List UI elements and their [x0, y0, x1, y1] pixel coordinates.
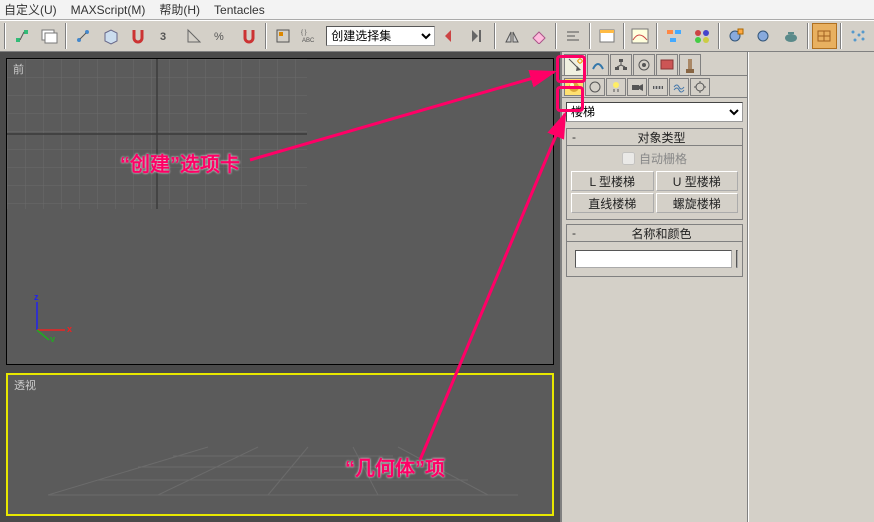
grid-front — [7, 59, 307, 209]
eraser-icon[interactable] — [527, 23, 553, 49]
box-icon[interactable] — [98, 23, 124, 49]
render-frame-icon[interactable] — [750, 23, 776, 49]
auto-grid-label: 自动栅格 — [639, 150, 687, 167]
layers-icon[interactable] — [37, 23, 63, 49]
reactor-icon[interactable] — [812, 23, 838, 49]
command-panel-tabs — [562, 52, 747, 76]
svg-text:{ }: { } — [301, 30, 307, 36]
u-stair-button[interactable]: U 型楼梯 — [656, 171, 739, 191]
object-color-swatch[interactable] — [736, 250, 738, 268]
svg-text:y: y — [50, 334, 55, 342]
straight-stair-button[interactable]: 直线楼梯 — [571, 193, 654, 213]
svg-text:3: 3 — [160, 31, 166, 43]
svg-text:z: z — [34, 292, 39, 302]
teapot-icon[interactable] — [778, 23, 804, 49]
rollout-object-type-body: 自动栅格 L 型楼梯 U 型楼梯 直线楼梯 螺旋楼梯 — [566, 146, 743, 220]
align-icon[interactable] — [560, 23, 586, 49]
hierarchy-tab[interactable] — [610, 54, 632, 76]
systems-category-button[interactable] — [690, 78, 710, 96]
selection-set-dropdown[interactable]: 创建选择集 — [326, 26, 434, 46]
curve-editor-icon[interactable] — [628, 23, 654, 49]
command-panel: 楼梯 - 对象类型 自动栅格 L 型楼梯 U 型楼梯 直线楼梯 螺 — [562, 52, 748, 522]
abc-icon[interactable]: { } ABC — [298, 23, 324, 49]
render-setup-icon[interactable] — [723, 23, 749, 49]
cameras-category-button[interactable] — [627, 78, 647, 96]
particles-icon[interactable] — [845, 23, 871, 49]
helpers-category-button[interactable] — [648, 78, 668, 96]
viewport-column: 前 z x y 透视 — [0, 52, 560, 522]
axis-tripod-front: z x y — [25, 292, 75, 342]
menu-bar: 自定义(U) MAXScript(M) 帮助(H) Tentacles — [0, 0, 874, 20]
named-sel-set-icon[interactable] — [270, 23, 296, 49]
panel-scroll-gutter — [748, 52, 874, 522]
bind-icon[interactable] — [70, 23, 96, 49]
svg-text:x: x — [67, 324, 72, 334]
magnet2-icon[interactable] — [236, 23, 262, 49]
rollout-toggle-icon: - — [567, 226, 581, 240]
display-tab[interactable] — [656, 54, 678, 76]
next-sel-icon[interactable] — [465, 23, 491, 49]
magnet-icon[interactable] — [126, 23, 152, 49]
motion-tab[interactable] — [633, 54, 655, 76]
viewport-perspective[interactable]: 透视 — [6, 373, 554, 516]
menu-help[interactable]: 帮助(H) — [159, 1, 200, 18]
rollout-name-color-title: 名称和颜色 — [581, 225, 742, 242]
menu-tentacles[interactable]: Tentacles — [214, 3, 265, 17]
main-region: 前 z x y 透视 — [0, 52, 874, 522]
right-column: 楼梯 - 对象类型 自动栅格 L 型楼梯 U 型楼梯 直线楼梯 螺 — [560, 52, 874, 522]
auto-grid-row: 自动栅格 — [571, 150, 738, 167]
main-toolbar: 3 % { } ABC 创建选择集 — [0, 20, 874, 52]
l-stair-button[interactable]: L 型楼梯 — [571, 171, 654, 191]
prev-sel-icon[interactable] — [438, 23, 464, 49]
mirror-icon[interactable] — [499, 23, 525, 49]
object-name-input[interactable] — [575, 250, 732, 268]
rollout-name-color-header[interactable]: - 名称和颜色 — [566, 224, 743, 242]
category-dropdown-row: 楼梯 — [566, 102, 743, 122]
spiral-stair-button[interactable]: 螺旋楼梯 — [656, 193, 739, 213]
lights-category-button[interactable] — [606, 78, 626, 96]
create-subcategory-row — [562, 76, 747, 98]
spacewarps-category-button[interactable] — [669, 78, 689, 96]
schematic-icon[interactable] — [661, 23, 687, 49]
utilities-tab[interactable] — [679, 54, 701, 76]
shapes-category-button[interactable] — [585, 78, 605, 96]
geometry-category-button[interactable] — [564, 78, 584, 96]
angle-snap-icon[interactable] — [181, 23, 207, 49]
viewport-front[interactable]: 前 z x y — [6, 58, 554, 365]
modify-tab[interactable] — [587, 54, 609, 76]
grid-persp — [8, 375, 552, 514]
menu-maxscript[interactable]: MAXScript(M) — [71, 3, 146, 17]
percent-snap-icon[interactable]: % — [209, 23, 235, 49]
svg-text:%: % — [214, 31, 224, 43]
rollout-object-type-header[interactable]: - 对象类型 — [566, 128, 743, 146]
create-tab[interactable] — [564, 54, 586, 76]
material-editor-icon[interactable] — [689, 23, 715, 49]
auto-grid-checkbox[interactable] — [622, 152, 635, 165]
rollout-object-type-title: 对象类型 — [581, 129, 742, 146]
geometry-subtype-dropdown[interactable]: 楼梯 — [566, 102, 743, 122]
snap3-icon[interactable]: 3 — [153, 23, 179, 49]
svg-text:ABC: ABC — [302, 38, 315, 44]
menu-customize[interactable]: 自定义(U) — [4, 1, 57, 18]
rollout-toggle-icon: - — [567, 130, 581, 144]
select-link-icon[interactable] — [9, 23, 35, 49]
layer-mgr-icon[interactable] — [594, 23, 620, 49]
rollout-name-color-body — [566, 242, 743, 277]
